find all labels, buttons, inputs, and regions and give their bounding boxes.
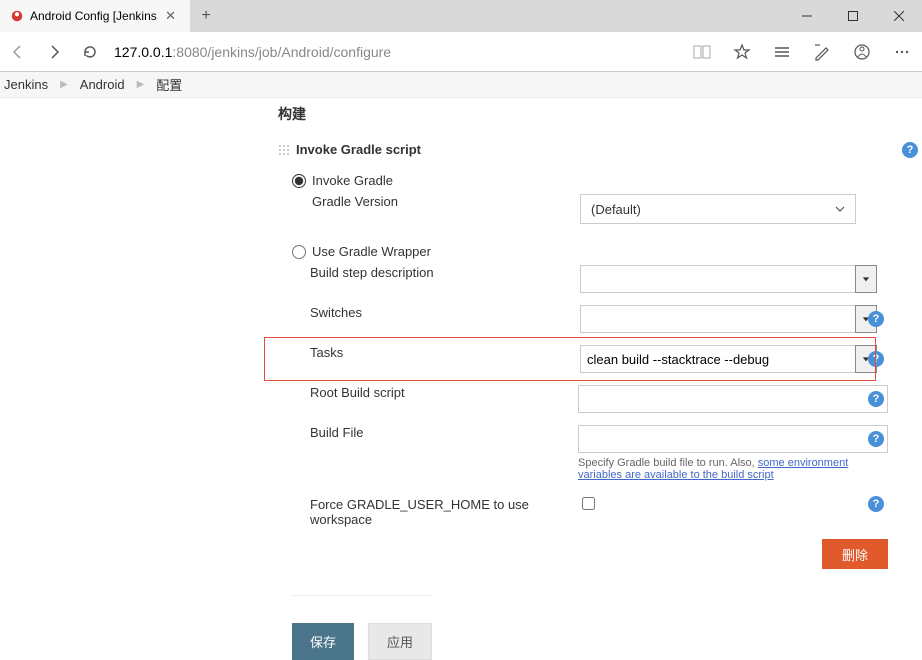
invoke-gradle-label: Invoke Gradle — [312, 173, 393, 188]
root-build-script-label: Root Build script — [310, 385, 405, 400]
help-icon[interactable]: ? — [868, 391, 884, 407]
use-gradle-wrapper-label: Use Gradle Wrapper — [312, 244, 431, 259]
tab-title: Android Config [Jenkins — [30, 9, 161, 23]
breadcrumb: Jenkins ▶ Android ▶ 配置 — [0, 72, 922, 98]
expand-toggle[interactable] — [855, 265, 877, 293]
build-step-title: Invoke Gradle script — [296, 142, 421, 157]
build-step-description-input[interactable] — [580, 265, 856, 293]
chevron-right-icon: ▶ — [127, 79, 155, 90]
apply-button[interactable]: 应用 — [368, 623, 432, 660]
new-tab-button[interactable]: + — [190, 0, 222, 32]
force-gradle-home-label: Force GRADLE_USER_HOME to use workspace — [310, 497, 580, 527]
gradle-version-select[interactable]: (Default) — [580, 194, 856, 224]
collapsed-section — [292, 595, 432, 609]
titlebar-spacer — [222, 0, 784, 32]
build-step-description-label: Build step description — [310, 265, 434, 280]
gradle-version-value: (Default) — [591, 202, 641, 217]
force-gradle-home-checkbox[interactable] — [582, 497, 595, 510]
back-button[interactable] — [0, 32, 36, 72]
hub-icon[interactable] — [762, 32, 802, 72]
drag-handle-icon[interactable] — [278, 144, 290, 156]
switches-input[interactable] — [580, 305, 856, 333]
crumb-jenkins[interactable]: Jenkins — [2, 77, 50, 92]
build-file-label: Build File — [310, 425, 363, 440]
url-path: :8080/jenkins/job/Android/configure — [172, 44, 391, 60]
reading-view-icon[interactable] — [682, 32, 722, 72]
favorite-icon[interactable] — [722, 32, 762, 72]
browser-tab[interactable]: Android Config [Jenkins ✕ — [0, 0, 190, 32]
triangle-down-icon — [862, 275, 870, 283]
root-build-script-input[interactable] — [578, 385, 888, 413]
help-icon[interactable]: ? — [902, 142, 918, 158]
build-file-input[interactable] — [578, 425, 888, 453]
gradle-version-label: Gradle Version — [312, 194, 398, 209]
save-button[interactable]: 保存 — [292, 623, 354, 660]
window-maximize-button[interactable] — [830, 0, 876, 32]
switches-label: Switches — [310, 305, 362, 320]
web-note-icon[interactable] — [802, 32, 842, 72]
crumb-configure[interactable]: 配置 — [154, 75, 184, 94]
delete-step-button[interactable]: 删除 — [822, 539, 888, 569]
invoke-gradle-radio[interactable] — [292, 174, 306, 188]
chevron-down-icon — [835, 204, 845, 214]
help-icon[interactable]: ? — [868, 431, 884, 447]
url-host: 127.0.0.1 — [114, 44, 172, 60]
window-minimize-button[interactable] — [784, 0, 830, 32]
tasks-label: Tasks — [310, 345, 343, 360]
crumb-android[interactable]: Android — [78, 77, 127, 92]
section-title: 构建 — [278, 104, 922, 124]
address-bar[interactable]: 127.0.0.1:8080/jenkins/job/Android/confi… — [108, 44, 682, 60]
help-icon[interactable]: ? — [868, 496, 884, 512]
share-icon[interactable] — [842, 32, 882, 72]
chevron-right-icon: ▶ — [50, 79, 78, 90]
help-icon[interactable]: ? — [868, 351, 884, 367]
use-gradle-wrapper-radio[interactable] — [292, 245, 306, 259]
help-icon[interactable]: ? — [868, 311, 884, 327]
window-close-button[interactable] — [876, 0, 922, 32]
forward-button[interactable] — [36, 32, 72, 72]
tasks-input[interactable] — [580, 345, 856, 373]
build-file-hint: Specify Gradle build file to run. Also, … — [578, 457, 888, 481]
jenkins-favicon-icon — [10, 9, 24, 23]
close-tab-icon[interactable]: ✕ — [161, 8, 180, 24]
refresh-button[interactable] — [72, 32, 108, 72]
more-icon[interactable] — [882, 32, 922, 72]
